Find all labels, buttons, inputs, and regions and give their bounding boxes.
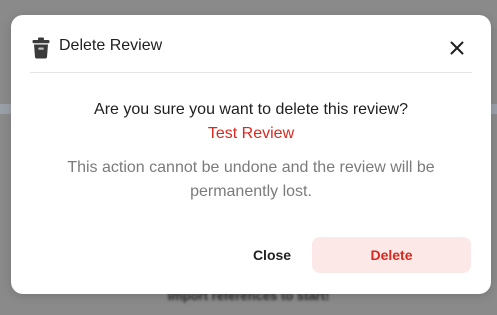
- warning-message: This action cannot be undone and the rev…: [67, 159, 435, 200]
- dialog-header: Delete Review: [11, 15, 491, 73]
- dialog-title: Delete Review: [59, 37, 163, 54]
- review-name: Test Review: [207, 125, 295, 142]
- close-icon[interactable]: [447, 38, 467, 58]
- delete-button[interactable]: Delete: [312, 237, 471, 273]
- delete-review-dialog: Delete Review Are you sure you want to d…: [11, 15, 491, 294]
- trash-icon: [32, 37, 50, 59]
- modal-backdrop[interactable]: Import references to start! Delete Revie…: [0, 0, 497, 315]
- confirm-question: Are you sure you want to delete this rev…: [94, 101, 408, 118]
- close-button[interactable]: Close: [239, 237, 305, 273]
- header-divider: [30, 72, 472, 73]
